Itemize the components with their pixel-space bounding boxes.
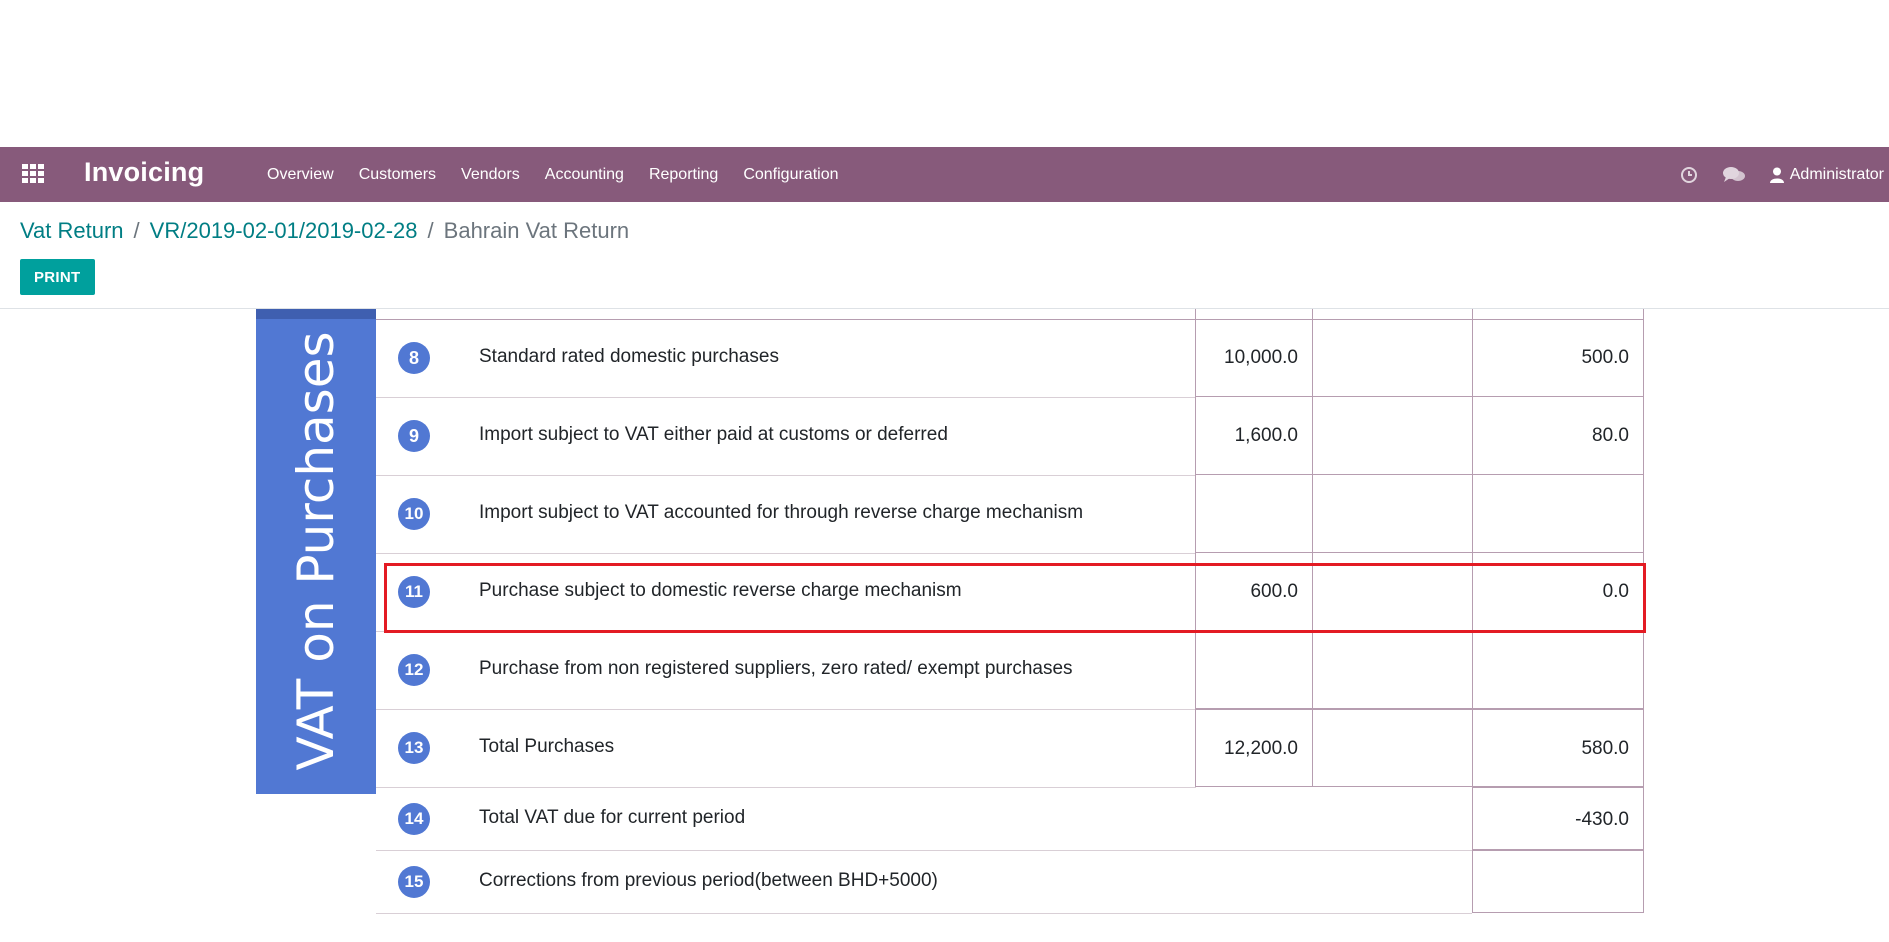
vat-cell (1472, 631, 1644, 709)
row-number-badge: 11 (398, 576, 430, 608)
menu-overview[interactable]: Overview (267, 166, 334, 184)
menu-vendors[interactable]: Vendors (461, 166, 520, 184)
row-description: Import subject to VAT either paid at cus… (479, 424, 948, 445)
amount-cell (1195, 631, 1313, 709)
print-button[interactable]: PRINT (20, 259, 95, 295)
adjustment-cell (1312, 319, 1473, 397)
user-icon (1769, 167, 1784, 183)
menu-reporting[interactable]: Reporting (649, 166, 718, 184)
main-menu: Overview Customers Vendors Accounting Re… (267, 147, 863, 202)
row-number-badge: 8 (398, 342, 430, 374)
table-row: 12 Purchase from non registered suppliers… (376, 631, 1644, 710)
amount-cell: 600.0 (1195, 553, 1313, 631)
menu-accounting[interactable]: Accounting (545, 166, 624, 184)
row-description: Import subject to VAT accounted for thro… (479, 502, 1084, 523)
table-row: 10 Import subject to VAT accounted for th… (376, 475, 1644, 554)
table-row: 15 Corrections from previous period(betwe… (376, 850, 1644, 914)
section-label-top-edge (256, 309, 376, 319)
breadcrumb-vat-return[interactable]: Vat Return (20, 218, 124, 244)
vat-cell: 500.0 (1472, 319, 1644, 397)
row-number-badge: 9 (398, 420, 430, 452)
top-blank-area (0, 0, 1889, 147)
user-name: Administrator (1789, 165, 1884, 183)
breadcrumb: Vat Return / VR/2019-02-01/2019-02-28 / … (20, 218, 629, 244)
row-number-badge: 14 (398, 802, 430, 835)
clock-icon[interactable] (1680, 166, 1698, 184)
breadcrumb-vat-period[interactable]: VR/2019-02-01/2019-02-28 (150, 218, 418, 244)
row-number-badge: 15 (398, 865, 430, 898)
vat-cell (1472, 475, 1644, 553)
top-navbar: Invoicing Overview Customers Vendors Acc… (0, 147, 1889, 202)
section-label-vat-purchases: VAT on Purchases (256, 309, 376, 794)
adjustment-cell (1312, 397, 1473, 475)
table-row: 13 Total Purchases 12,200.0 580.0 (376, 709, 1644, 788)
row-description: Purchase subject to domestic reverse cha… (479, 580, 962, 601)
amount-cell: 10,000.0 (1195, 319, 1313, 397)
menu-customers[interactable]: Customers (359, 166, 436, 184)
row-description: Corrections from previous period(between… (479, 869, 938, 891)
breadcrumb-separator: / (427, 218, 434, 243)
menu-configuration[interactable]: Configuration (743, 166, 838, 184)
table-row: 14 Total VAT due for current period -430.0 (376, 787, 1644, 851)
row-description: Standard rated domestic purchases (479, 346, 779, 367)
table-border (1643, 309, 1644, 319)
amount-cell (1195, 475, 1313, 553)
control-panel: Vat Return / VR/2019-02-01/2019-02-28 / … (0, 202, 1889, 309)
app-title[interactable]: Invoicing (84, 157, 204, 188)
section-label-text: VAT on Purchases (287, 331, 345, 771)
row-divider (376, 913, 1472, 914)
vat-cell: 580.0 (1472, 709, 1644, 787)
table-row: 11 Purchase subject to domestic reverse c… (376, 553, 1644, 632)
table-row: 9 Import subject to VAT either paid at cu… (376, 397, 1644, 476)
vat-cell: 0.0 (1472, 553, 1644, 631)
adjustment-cell (1312, 475, 1473, 553)
table-border (1312, 309, 1313, 319)
breadcrumb-separator: / (133, 218, 140, 243)
amount-cell: 12,200.0 (1195, 709, 1313, 787)
row-description: Total VAT due for current period (479, 806, 746, 828)
row-number-badge: 10 (398, 498, 430, 530)
row-number-badge: 13 (398, 732, 430, 764)
report-content: VAT on Purchases 8 Standard rated domesti… (0, 309, 1889, 942)
table-border (1195, 309, 1196, 319)
amount-cell: 1,600.0 (1195, 397, 1313, 475)
row-description: Total Purchases (479, 736, 615, 757)
vat-cell: 80.0 (1472, 397, 1644, 475)
vat-cell: -430.0 (1472, 787, 1644, 850)
adjustment-cell (1312, 553, 1473, 631)
systray: Administrator (1680, 147, 1889, 202)
chat-icon[interactable] (1722, 166, 1746, 184)
row-description: Purchase from non registered suppliers, … (479, 658, 1073, 679)
table-border (1472, 309, 1473, 319)
table-row: 8 Standard rated domestic purchases 10,000… (376, 319, 1644, 398)
row-number-badge: 12 (398, 654, 430, 686)
vat-cell (1472, 850, 1644, 913)
adjustment-cell (1312, 709, 1473, 787)
apps-grid-icon[interactable] (22, 164, 44, 184)
user-menu[interactable]: Administrator (1769, 165, 1889, 184)
breadcrumb-current: Bahrain Vat Return (443, 218, 630, 243)
adjustment-cell (1312, 631, 1473, 709)
